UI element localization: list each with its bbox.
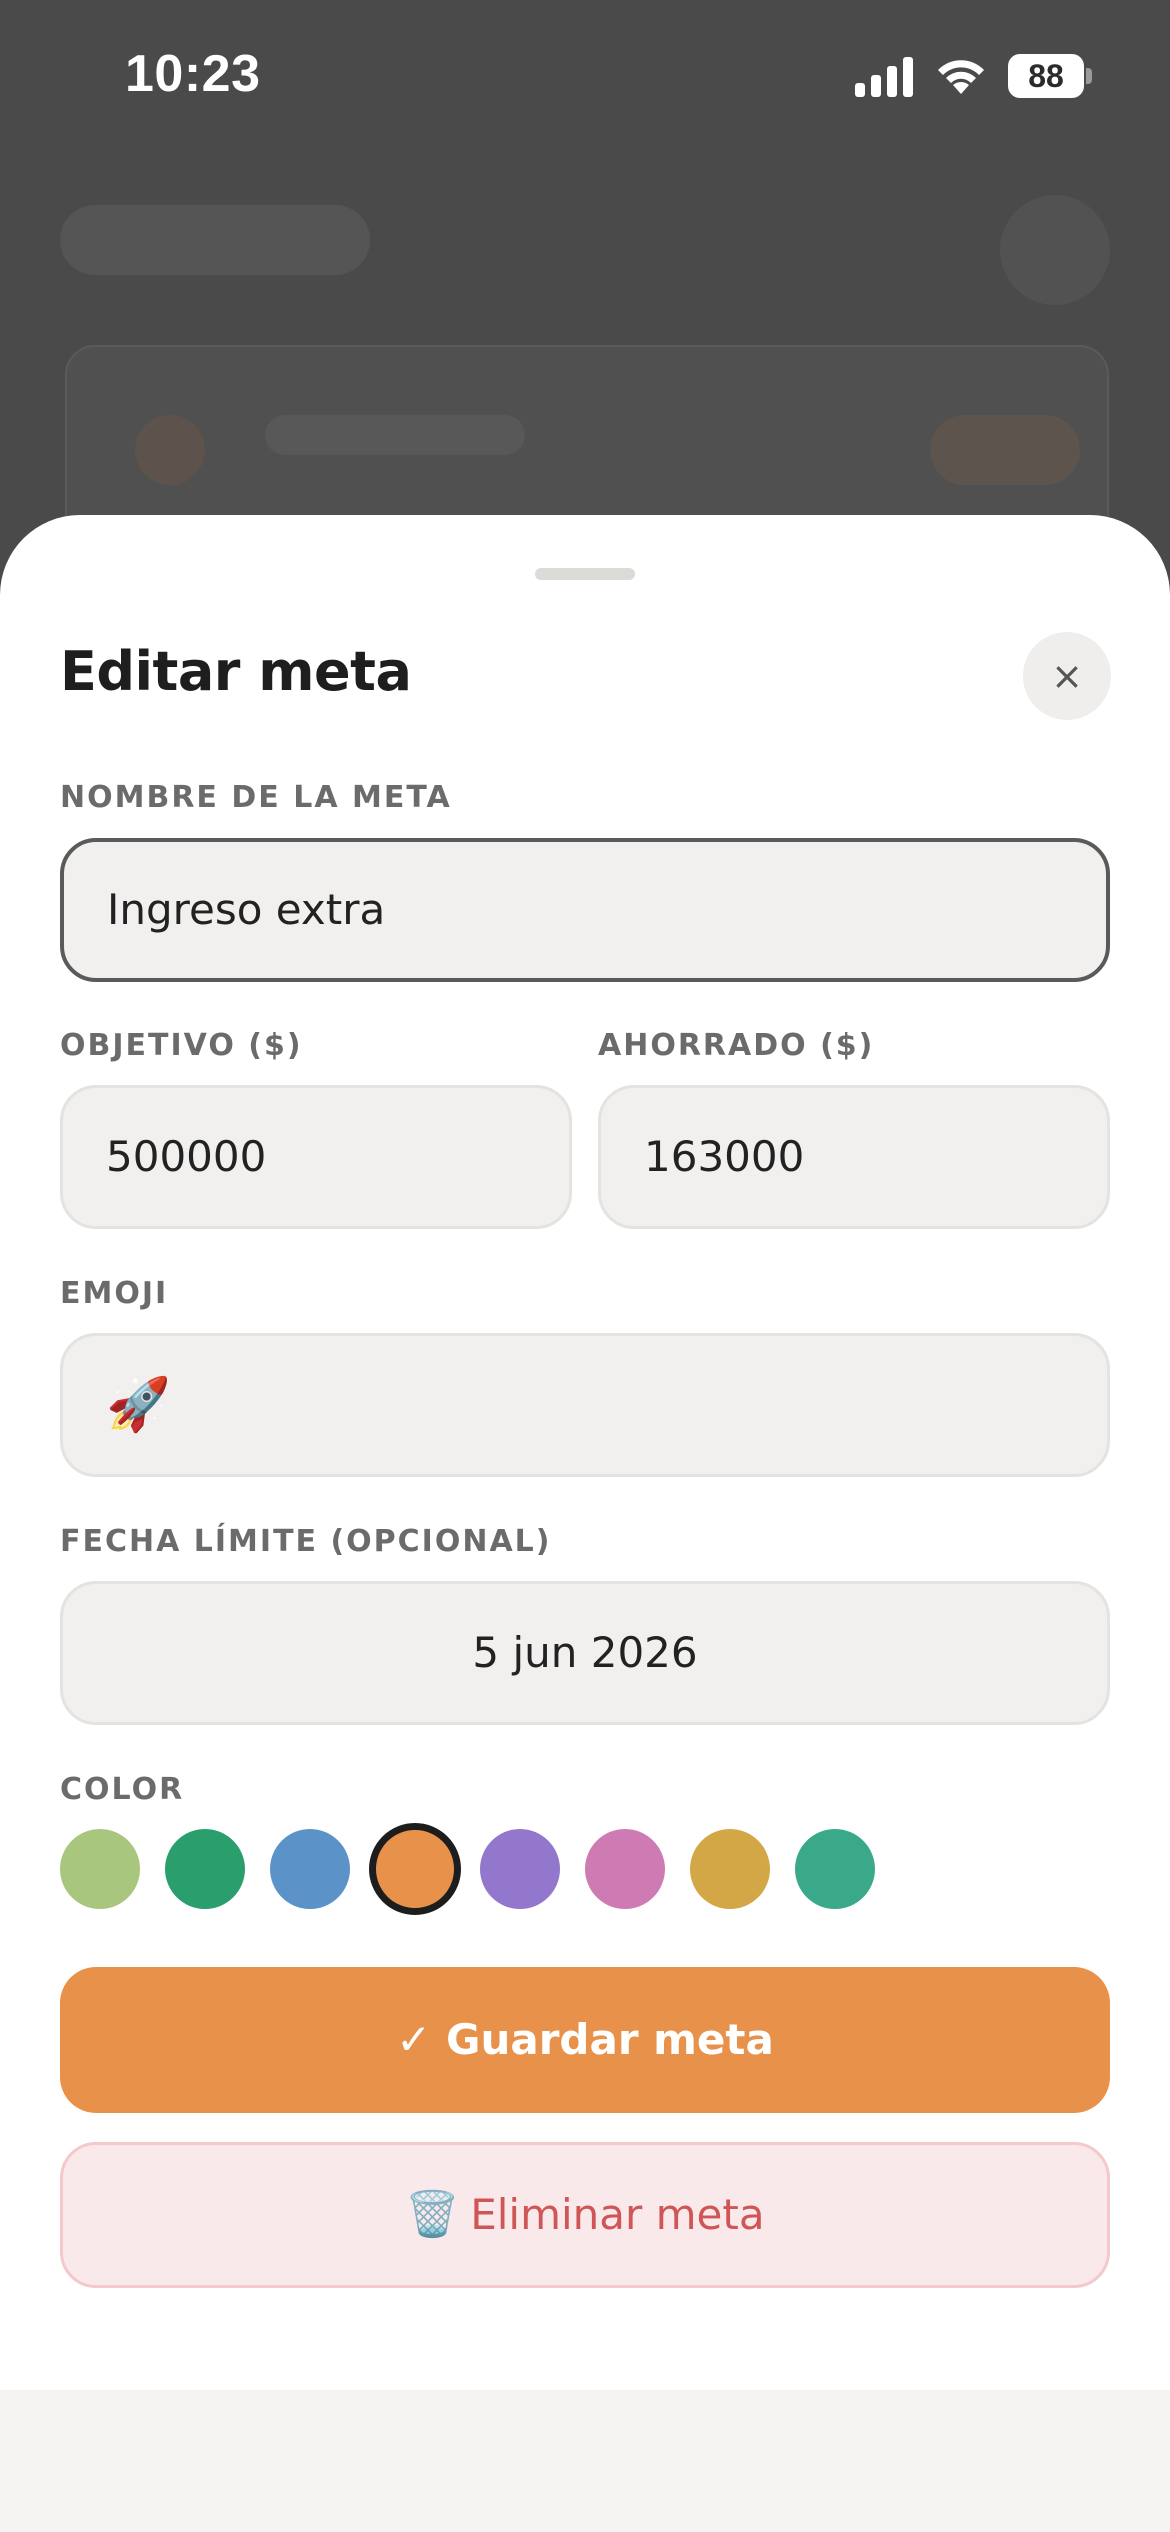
deadline-label: FECHA LÍMITE (OPCIONAL)	[60, 1524, 552, 1559]
color-swatch[interactable]	[690, 1829, 770, 1909]
emoji-label: EMOJI	[60, 1276, 169, 1311]
close-button[interactable]: ×	[1023, 632, 1111, 720]
delete-goal-label: Eliminar meta	[470, 2190, 765, 2239]
goal-name-input[interactable]: Ingreso extra	[60, 838, 1110, 982]
target-amount-input[interactable]: 500000	[60, 1085, 572, 1229]
rocket-icon: 🚀	[106, 1375, 171, 1435]
color-swatch[interactable]	[165, 1829, 245, 1909]
sheet-title: Editar meta	[60, 640, 412, 703]
deadline-date-picker[interactable]: 5 jun 2026	[60, 1581, 1110, 1725]
background-header-pill	[60, 205, 370, 275]
status-bar: 10:23 88	[0, 0, 1170, 150]
target-amount-label: OBJETIVO ($)	[60, 1028, 303, 1063]
background-goal-badge	[930, 415, 1080, 485]
battery-level: 88	[1028, 58, 1064, 94]
background-goal-emoji	[135, 415, 205, 485]
saved-amount-input[interactable]: 163000	[598, 1085, 1110, 1229]
goal-name-label: NOMBRE DE LA META	[60, 780, 452, 815]
wifi-icon	[938, 60, 984, 94]
cellular-signal-icon	[855, 57, 913, 97]
color-swatch[interactable]	[480, 1829, 560, 1909]
delete-goal-button[interactable]: 🗑️ Eliminar meta	[60, 2142, 1110, 2288]
color-label: COLOR	[60, 1772, 185, 1807]
color-swatch[interactable]	[60, 1829, 140, 1909]
emoji-input[interactable]: 🚀	[60, 1333, 1110, 1477]
save-goal-button[interactable]: ✓ Guardar meta	[60, 1967, 1110, 2113]
color-swatch[interactable]	[369, 1823, 461, 1915]
saved-amount-label: AHORRADO ($)	[598, 1028, 875, 1063]
color-swatch[interactable]	[795, 1829, 875, 1909]
status-time: 10:23	[125, 45, 261, 103]
color-swatch[interactable]	[585, 1829, 665, 1909]
close-icon: ×	[1051, 654, 1083, 698]
trash-icon: 🗑️	[405, 2189, 461, 2240]
sheet-grabber[interactable]	[535, 568, 635, 580]
background-goal-name	[265, 415, 525, 455]
battery-icon: 88	[1008, 54, 1092, 98]
color-swatch[interactable]	[270, 1829, 350, 1909]
background-action-circle	[1000, 195, 1110, 305]
